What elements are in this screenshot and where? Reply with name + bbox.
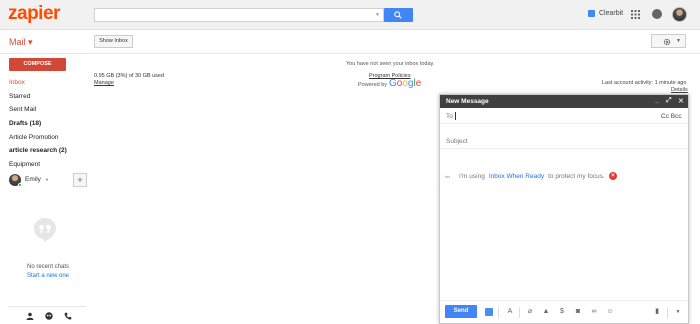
sidebar-item-article-research[interactable]: article research (2) [9,146,87,160]
formatting-icon[interactable]: A [506,308,514,316]
cc-bcc-toggle[interactable]: Cc Bcc [661,113,682,120]
account-avatar[interactable] [672,7,687,22]
sidebar-item-article-promotion[interactable]: Article Promotion [9,133,87,147]
remove-signature-icon[interactable]: × [608,172,617,180]
last-account-activity: Last account activity: 1 minute ago [602,80,687,86]
mail-menu[interactable]: Mail ▾ [9,37,33,48]
search-input[interactable]: ▼ [94,8,384,22]
sidebar-item-equipment[interactable]: Equipment [9,160,87,174]
minimize-icon[interactable]: _ [655,97,659,104]
photo-icon[interactable]: ◙ [574,308,582,316]
zapier-logo[interactable]: zapier [8,3,60,25]
compose-header[interactable]: New Message _ ⤢ ✕ [440,95,688,108]
header-divider [0,53,700,54]
user-name[interactable]: Emily [25,176,41,183]
search-icon [394,11,402,19]
to-label: To [446,113,453,120]
body-suffix: to protect my focus. [548,172,605,180]
show-inbox-button[interactable]: Show Inbox [94,35,133,48]
emoji-icon[interactable]: ☺ [606,308,614,316]
compose-toolbar: Send A ⌀ ▲ $ ◙ ∞ ☺ ▮ ▼ [440,300,688,324]
fullscreen-icon[interactable]: ⤢ [666,97,672,105]
link-icon[interactable]: ∞ [590,308,598,316]
trash-icon[interactable]: ▮ [653,308,661,316]
compose-title: New Message [446,98,489,105]
text-cursor [455,112,456,120]
search-options-caret-icon[interactable]: ▼ [375,12,380,18]
send-button[interactable]: Send [445,305,477,318]
clearbit-icon [588,10,595,17]
manage-storage-link[interactable]: Manage [94,80,114,86]
sidebar-item-starred[interactable]: Starred [9,92,87,106]
clearbit-label: Clearbit [599,10,624,17]
google-logo: Google [389,78,422,89]
inbox-when-ready-logo-icon: iwr [445,173,451,179]
chevron-down-icon[interactable]: ▼ [45,177,49,182]
chevron-down-icon: ▼ [676,38,681,44]
phone-icon[interactable] [64,312,72,320]
clearbit-button[interactable]: Clearbit [588,10,623,17]
settings-button[interactable]: ▼ [651,34,686,48]
more-options-icon[interactable]: ▼ [674,308,682,316]
label-list: Inbox Starred Sent Mail Drafts (18) Arti… [9,78,87,174]
subject-field[interactable]: Subject [440,132,688,149]
online-status-dot [18,183,22,187]
contacts-person-icon[interactable] [26,312,34,320]
apps-grid-icon[interactable] [631,10,640,19]
compose-button[interactable]: COMPOSE [9,58,66,71]
toolbar-divider [519,307,520,318]
money-icon[interactable]: $ [558,308,566,316]
sidebar-item-drafts[interactable]: Drafts (18) [9,119,87,133]
powered-by-text: Powered by [358,82,388,88]
inbox-when-ready-link[interactable]: Inbox When Ready [489,173,544,180]
chat-user-row: Emily ▼ + [9,173,87,189]
drive-icon[interactable]: ▲ [542,308,550,316]
hangouts-icon[interactable] [45,312,53,320]
to-field[interactable]: To Cc Bcc [440,108,688,124]
clearbit-compose-icon[interactable] [485,308,493,316]
compose-body[interactable]: iwr I'm using Inbox When Ready to protec… [445,172,617,180]
toolbar-divider [667,307,668,318]
close-icon[interactable]: ✕ [678,97,684,105]
gear-icon [663,38,671,46]
sidebar-item-inbox[interactable]: Inbox [9,78,87,92]
body-prefix: I'm using [459,172,485,180]
attach-icon[interactable]: ⌀ [526,308,534,316]
add-chat-button[interactable]: + [73,173,87,187]
sidebar-footer [8,306,86,322]
top-bar: zapier ▼ Clearbit [0,0,700,30]
compose-window: New Message _ ⤢ ✕ To Cc Bcc Subject iwr … [439,94,689,324]
notifications-bell-icon[interactable] [652,9,662,19]
details-link[interactable]: Details [671,87,688,93]
subject-placeholder: Subject [446,138,468,145]
hangouts-quote-icon [34,218,56,242]
start-new-chat-link[interactable]: Start a new one [9,273,87,279]
toolbar-divider [498,307,499,318]
storage-usage: 0.95 GB (3%) of 30 GB used [94,73,165,79]
sidebar-item-sent-mail[interactable]: Sent Mail [9,105,87,119]
not-seen-inbox-notice: You have not seen your inbox today. [346,61,435,67]
search-button[interactable] [384,8,413,22]
no-recent-chats-text: No recent chats [26,264,70,270]
